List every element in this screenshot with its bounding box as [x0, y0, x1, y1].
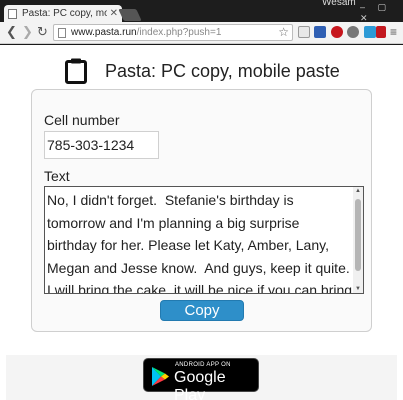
badge-small-text: ANDROID APP ON	[175, 362, 231, 368]
scroll-up-icon[interactable]: ▲	[355, 188, 361, 194]
scroll-down-icon[interactable]: ▼	[355, 286, 361, 292]
text-input[interactable]: No, I didn't forget. Stefanie's birthday…	[44, 186, 364, 294]
extension-wordpress-icon[interactable]	[347, 26, 359, 38]
cell-number-input[interactable]	[44, 131, 159, 159]
clipboard-icon	[65, 58, 87, 84]
window-controls[interactable]: – ▢ ✕	[360, 2, 403, 24]
page-header: Pasta: PC copy, mobile paste	[65, 58, 340, 84]
copy-button[interactable]: Copy	[160, 300, 244, 321]
scrollbar-thumb[interactable]	[355, 199, 361, 271]
reload-icon[interactable]: ↻	[37, 25, 48, 39]
browser-tab-strip: Pasta: PC copy, mobi ✕ Wesam – ▢ ✕	[0, 0, 403, 24]
back-icon[interactable]: ❮	[6, 25, 17, 39]
google-play-badge[interactable]: ANDROID APP ON Google Play	[143, 358, 259, 400]
extension-blue-icon[interactable]	[364, 26, 376, 38]
page-icon	[58, 27, 66, 38]
browser-toolbar: ❮ ❯ ↻ www.pasta.run /index.php?push=1 ☆ …	[0, 22, 403, 44]
extension-pasta-icon[interactable]	[314, 26, 326, 38]
bookmark-star-icon[interactable]: ☆	[278, 25, 289, 39]
menu-icon[interactable]: ≡	[390, 25, 397, 39]
profile-name[interactable]: Wesam	[322, 0, 356, 8]
url-host: www.pasta.run	[71, 27, 137, 38]
close-icon[interactable]: ✕	[110, 8, 118, 19]
tab-title: Pasta: PC copy, mobi	[22, 8, 107, 19]
text-label: Text	[44, 168, 70, 184]
footer: ANDROID APP ON Google Play	[6, 355, 397, 400]
page-icon	[8, 8, 17, 19]
url-path: /index.php?push=1	[136, 27, 222, 38]
forward-icon[interactable]: ❯	[22, 25, 33, 39]
badge-big-text: Google Play	[174, 369, 226, 400]
cell-number-label: Cell number	[44, 112, 120, 128]
extension-red-icon[interactable]	[376, 26, 386, 38]
page-title: Pasta: PC copy, mobile paste	[105, 60, 340, 81]
text-input-value: No, I didn't forget. Stefanie's birthday…	[47, 192, 353, 294]
page: Pasta: PC copy, mobile paste Cell number…	[0, 45, 403, 400]
address-bar[interactable]: www.pasta.run /index.php?push=1 ☆	[53, 24, 293, 41]
extension-opera-icon[interactable]	[331, 26, 343, 38]
paste-form: Cell number Text No, I didn't forget. St…	[31, 89, 372, 332]
google-play-icon	[152, 367, 169, 386]
browser-tab[interactable]: Pasta: PC copy, mobi ✕	[4, 5, 122, 22]
extension-phone-icon[interactable]	[298, 26, 310, 38]
